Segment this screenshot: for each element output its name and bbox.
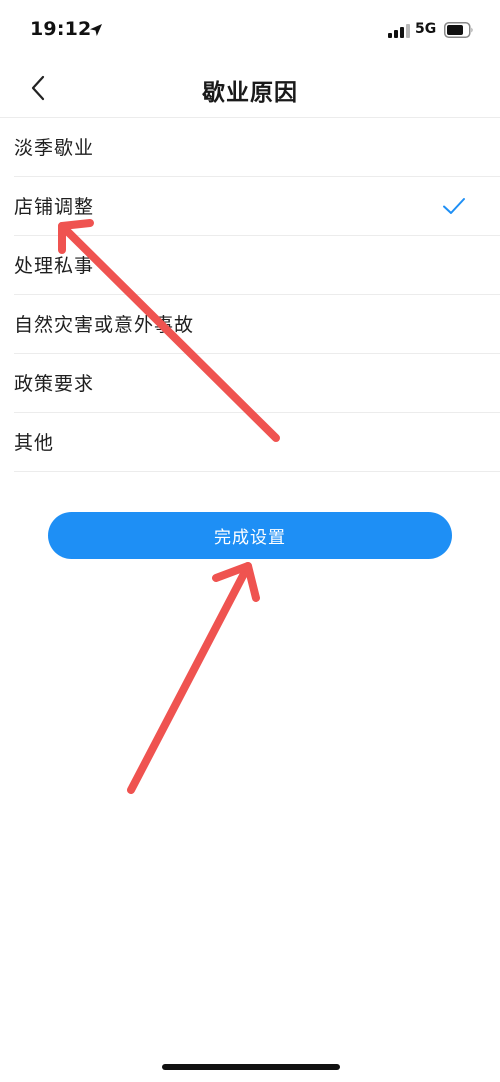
annotation-arrow-to-button [127, 562, 260, 794]
signal-icon [388, 24, 410, 38]
reason-label: 自然灾害或意外事故 [14, 314, 195, 336]
reason-label: 店铺调整 [14, 196, 95, 218]
location-arrow-icon [90, 24, 102, 36]
reason-item-store-adjustment[interactable]: 店铺调整 [14, 177, 500, 236]
reason-item-natural-disaster[interactable]: 自然灾害或意外事故 [14, 295, 500, 354]
reason-label: 政策要求 [14, 373, 95, 395]
reason-item-personal-matters[interactable]: 处理私事 [14, 236, 500, 295]
nav-bar: 歇业原因 [0, 62, 500, 117]
reason-item-policy-requirement[interactable]: 政策要求 [14, 354, 500, 413]
status-bar: 19:12 5G [0, 0, 500, 62]
status-time: 19:12 [30, 18, 92, 40]
home-indicator [162, 1064, 340, 1070]
reason-list: 淡季歇业 店铺调整 处理私事 自然灾害或意外事故 政策要求 其他 [0, 117, 500, 472]
network-label: 5G [415, 21, 437, 37]
reason-label: 其他 [14, 432, 55, 454]
reason-item-other[interactable]: 其他 [14, 413, 500, 472]
reason-item-off-season[interactable]: 淡季歇业 [14, 118, 500, 177]
page-title: 歇业原因 [202, 80, 298, 106]
checkmark-icon [443, 198, 465, 214]
reason-label: 处理私事 [14, 255, 95, 277]
reason-label: 淡季歇业 [14, 137, 95, 159]
complete-settings-button[interactable]: 完成设置 [48, 512, 452, 559]
battery-icon [444, 22, 473, 38]
